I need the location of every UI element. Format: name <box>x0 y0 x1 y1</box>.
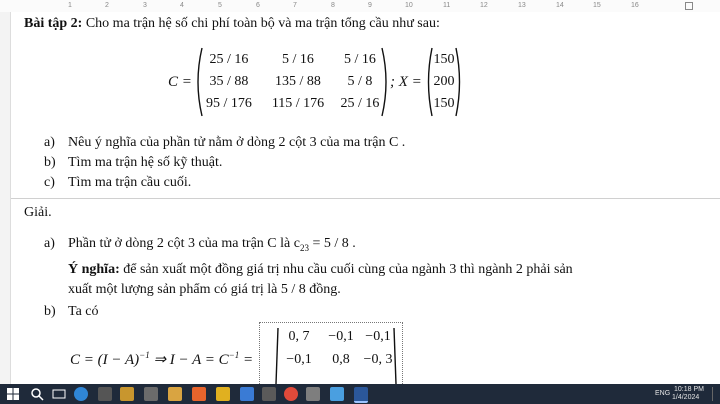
app-icon[interactable] <box>262 387 276 401</box>
file-explorer-icon[interactable] <box>120 387 134 401</box>
formula-line: C = (I − A)−1 ⇒ I − A = C−1 = <box>70 350 253 369</box>
c-cell: 5 / 16 <box>344 52 376 67</box>
result-cell: −0,1 <box>365 329 391 344</box>
c-label: C = <box>168 74 192 90</box>
ruler-tick: 14 <box>556 2 564 9</box>
formula-mid: ⇒ I − A = C <box>153 352 229 368</box>
app-icon[interactable] <box>330 387 344 401</box>
powerpoint-icon[interactable] <box>192 387 206 401</box>
taskbar: ENG 10:18 PM 1/4/2024 <box>0 384 720 404</box>
question-text: Tìm ma trận hệ số kỹ thuật. <box>68 155 223 170</box>
x-label: ; X = <box>390 74 422 90</box>
result-cell: 0,8 <box>332 352 350 367</box>
problem-heading: Bài tập 2: <box>24 16 83 31</box>
x-cell: 150 <box>433 96 455 111</box>
ruler-tick: 15 <box>593 2 601 9</box>
formula-mid-exponent: −1 <box>228 350 240 360</box>
meaning-label: Ý nghĩa: <box>68 262 120 277</box>
ruler-tick: 12 <box>480 2 488 9</box>
table-row-divider <box>11 198 720 199</box>
solution-a-text: Phần tử ở dòng 2 cột 3 của ma trận C là … <box>68 236 300 251</box>
ruler-tick: 16 <box>631 2 639 9</box>
solution-b-label: b) <box>44 304 56 319</box>
solution-heading: Giải. <box>24 205 52 220</box>
formula-left: C = (I − A) <box>70 352 140 368</box>
question-text: Tìm ma trận cầu cuối. <box>68 175 192 190</box>
app-icon[interactable] <box>168 387 182 401</box>
ruler-tick: 7 <box>293 2 297 9</box>
result-cell: 0, 7 <box>288 329 310 344</box>
question-text: Nêu ý nghĩa của phần tử nằm ở dòng 2 cột… <box>68 135 406 150</box>
vertical-ruler[interactable] <box>0 12 11 384</box>
ruler-tick: 10 <box>405 2 413 9</box>
clock-time[interactable]: 10:18 PM <box>674 386 704 393</box>
ruler-tick: 3 <box>143 2 147 9</box>
app-icon[interactable] <box>98 387 112 401</box>
ruler-tick: 4 <box>180 2 184 9</box>
c-cell: 25 / 16 <box>209 52 249 67</box>
meaning-line-1: Ý nghĩa: để sản xuất một đồng giá trị nh… <box>68 262 573 278</box>
result-cell: −0,1 <box>286 352 312 367</box>
ruler-tick: 9 <box>368 2 372 9</box>
task-view-icon[interactable] <box>52 387 66 401</box>
x-cell: 150 <box>433 52 455 67</box>
solution-a-label: a) <box>44 236 55 251</box>
meaning-text-2: xuất một lượng sản phẩm có giá trị là 5 … <box>68 282 341 297</box>
c-cell: 5 / 16 <box>282 52 314 67</box>
app-icon[interactable] <box>306 387 320 401</box>
c-cell: 35 / 88 <box>209 74 249 89</box>
c-cell: 135 / 88 <box>275 74 321 89</box>
ruler-tick: 1 <box>68 2 72 9</box>
c-cell: 5 / 8 <box>347 74 373 89</box>
problem-heading-line: Bài tập 2: Cho ma trận hệ số chi phí toà… <box>24 16 440 32</box>
c-cell: 95 / 176 <box>206 96 252 111</box>
formula-eq: = <box>242 352 254 368</box>
clock-date[interactable]: 1/4/2024 <box>672 394 699 401</box>
ruler-tick: 2 <box>105 2 109 9</box>
ruler-tick: 11 <box>443 2 451 9</box>
c-cell: 115 / 176 <box>271 96 325 111</box>
tab-stop-marker[interactable] <box>685 2 693 10</box>
app-icon[interactable] <box>144 387 158 401</box>
chrome-icon[interactable] <box>284 387 298 401</box>
windows-start-icon[interactable] <box>6 387 20 401</box>
solution-a-line: Phần tử ở dòng 2 cột 3 của ma trận C là … <box>68 236 356 253</box>
ruler-tick: 6 <box>256 2 260 9</box>
question-label: a) <box>44 135 55 150</box>
meaning-text-1: để sản xuất một đồng giá trị nhu cầu cuố… <box>119 262 573 277</box>
solution-a-eq: = 5 / 8 . <box>308 236 356 251</box>
app-icon[interactable] <box>216 387 230 401</box>
c-cell: 25 / 16 <box>340 96 380 111</box>
formula-exponent: −1 <box>139 350 150 360</box>
edge-icon[interactable] <box>74 387 88 401</box>
question-label: b) <box>44 155 56 170</box>
language-indicator[interactable]: ENG <box>655 390 670 397</box>
ruler-tick: 5 <box>218 2 222 9</box>
solution-b-text: Ta có <box>68 304 99 319</box>
word-icon[interactable] <box>354 387 368 403</box>
x-cell: 200 <box>433 74 455 89</box>
ruler-tick: 8 <box>331 2 335 9</box>
problem-intro: Cho ma trận hệ số chi phí toàn bộ và ma … <box>85 16 440 31</box>
solution-a-subscript: 23 <box>299 242 309 253</box>
result-cell: −0, 3 <box>363 352 393 367</box>
result-cell: −0,1 <box>328 329 354 344</box>
app-icon[interactable] <box>240 387 254 401</box>
search-icon[interactable] <box>30 387 44 401</box>
show-desktop-button[interactable] <box>712 387 717 401</box>
question-label: c) <box>44 175 55 190</box>
ruler-tick: 13 <box>518 2 526 9</box>
